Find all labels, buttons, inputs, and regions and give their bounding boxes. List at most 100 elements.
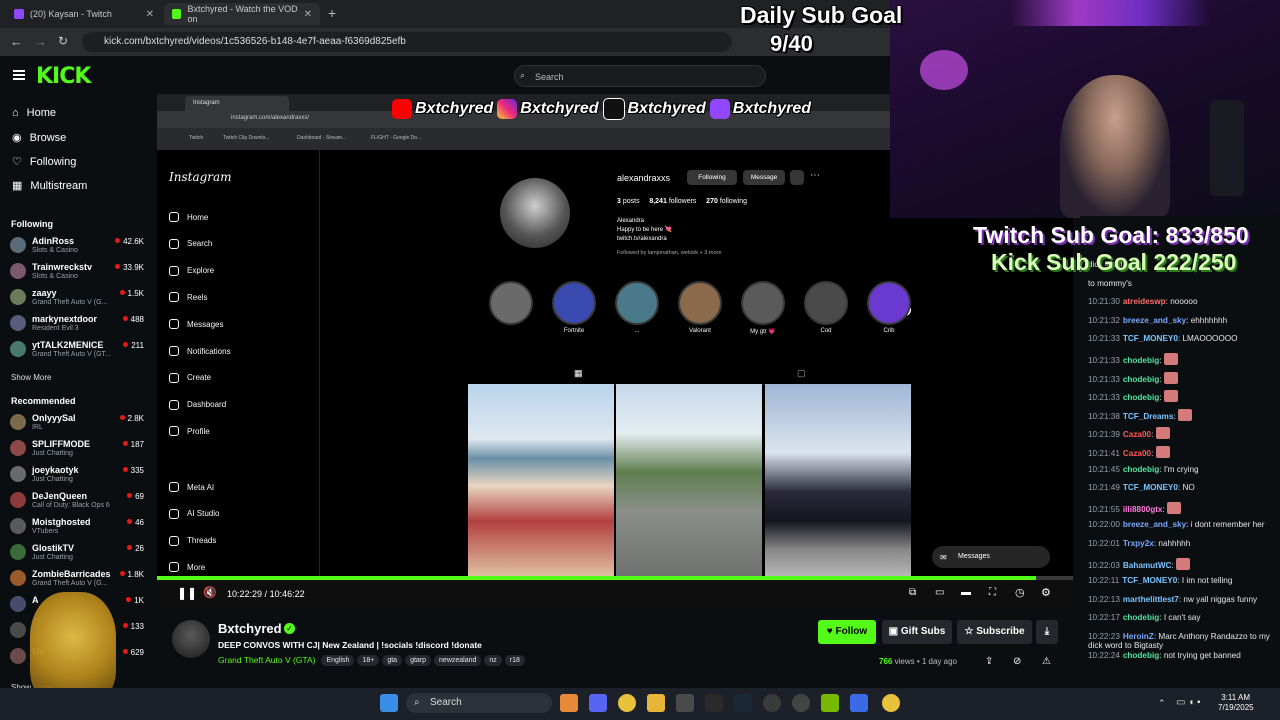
sidebar-channel[interactable]: zaayy Grand Theft Auto V (G... 1.5K	[10, 286, 144, 310]
story-highlight[interactable]	[678, 281, 722, 325]
folder-icon[interactable]	[647, 694, 665, 712]
show-more-following[interactable]: Show More	[11, 373, 51, 382]
ig-nav-ai-studio[interactable]: AI Studio	[169, 508, 219, 519]
instagram-post-street[interactable]	[616, 384, 762, 580]
channel-name[interactable]: Bxtchyred	[218, 621, 282, 636]
theater-icon[interactable]: ▬	[961, 587, 971, 598]
chat-username[interactable]: illi8800gtx	[1123, 505, 1163, 514]
chat-username[interactable]: chodebig	[1123, 393, 1159, 402]
chat-username[interactable]: chodebig	[1123, 613, 1159, 622]
close-icon[interactable]: ✕	[304, 9, 312, 20]
back-icon[interactable]: ←	[10, 34, 23, 49]
browser-tab-kick[interactable]: Bxtchyred - Watch the VOD on ✕	[164, 3, 320, 25]
pause-icon[interactable]: ❚❚	[177, 586, 197, 600]
chat-username[interactable]: TCF_MONEY0	[1122, 576, 1177, 585]
nav-home[interactable]: ⌂ Home	[12, 107, 56, 119]
nav-browse[interactable]: ◉ Browse	[12, 131, 66, 145]
chat-username[interactable]: HeroinZ	[1123, 632, 1154, 641]
stream-tag[interactable]: 18+	[357, 655, 380, 666]
chat-username[interactable]: marthelittlest7	[1123, 595, 1179, 604]
stream-tag[interactable]: gtarp	[405, 655, 432, 666]
chat-username[interactable]: chodebig	[1123, 465, 1159, 474]
nvidia-icon[interactable]	[821, 694, 839, 712]
sidebar-channel[interactable]: SPLIFFMODE Just Chatting 187	[10, 437, 144, 461]
tray-chevron-icon[interactable]: ⌃	[1158, 698, 1166, 709]
chat-username[interactable]: TCF_Dreams	[1123, 412, 1174, 421]
speed-icon[interactable]: ◷	[1015, 586, 1025, 599]
gear-icon[interactable]: ⚙	[1041, 586, 1051, 599]
new-tab-button[interactable]: +	[328, 5, 336, 21]
download-icon[interactable]: ⤓	[1036, 620, 1058, 644]
app-icon[interactable]	[850, 694, 868, 712]
mute-icon[interactable]: 🔇	[203, 586, 217, 599]
app-icon[interactable]	[763, 694, 781, 712]
subscribe-button[interactable]: ☆ Subscribe	[957, 620, 1032, 644]
chat-username[interactable]: chodebig	[1123, 651, 1159, 660]
menu-icon[interactable]	[13, 70, 25, 80]
sidebar-channel[interactable]: joeykaotyk Just Chatting 335	[10, 463, 144, 487]
pip-icon[interactable]: ▭	[935, 587, 944, 598]
ig-nav-threads[interactable]: Threads	[169, 535, 216, 546]
chat-username[interactable]: breeze_and_sky	[1123, 316, 1186, 325]
chat-username[interactable]: atreideswp	[1123, 297, 1166, 306]
bio-link[interactable]: twitch.tv/alexandra	[617, 235, 721, 244]
following-count[interactable]: 270	[706, 198, 718, 205]
ig-nav-search[interactable]: Search	[169, 238, 212, 249]
kick-search-input[interactable]: Search	[514, 65, 766, 87]
hide-icon[interactable]: ⊘	[1013, 656, 1021, 667]
store-icon[interactable]	[676, 694, 694, 712]
share-icon[interactable]: ⇪	[985, 656, 993, 667]
fullscreen-icon[interactable]: ⛶	[989, 587, 996, 598]
ig-nav-profile[interactable]: Profile	[169, 426, 210, 437]
chat-username[interactable]: chodebig	[1123, 356, 1159, 365]
ig-nav-home[interactable]: Home	[169, 212, 208, 222]
windows-start-icon[interactable]	[380, 694, 398, 712]
followers-count[interactable]: 8,241	[649, 198, 667, 205]
posts-grid-icon[interactable]: ▦	[574, 368, 583, 379]
stream-tag[interactable]: English	[321, 655, 355, 666]
ig-nav-reels[interactable]: Reels	[169, 292, 207, 303]
messages-pill[interactable]: Messages	[932, 546, 1050, 568]
app-icon[interactable]	[705, 694, 723, 712]
tray-icons[interactable]: ▭ ◖ ▪	[1176, 697, 1201, 708]
chrome-icon[interactable]	[882, 694, 900, 712]
discord-icon[interactable]	[589, 694, 607, 712]
add-user-icon[interactable]	[790, 170, 804, 185]
clock[interactable]: 3:11 AM 7/19/2025	[1218, 693, 1254, 713]
following-button[interactable]: Following	[687, 170, 737, 185]
chat-username[interactable]: Caza00	[1123, 449, 1151, 458]
chrome-icon[interactable]	[618, 694, 636, 712]
stream-category[interactable]: Grand Theft Auto V (GTA)	[218, 655, 315, 665]
story-highlight[interactable]	[804, 281, 848, 325]
story-highlight[interactable]	[741, 281, 785, 325]
close-icon[interactable]: ✕	[146, 9, 154, 20]
channel-avatar[interactable]	[172, 620, 210, 658]
forward-icon[interactable]: →	[34, 34, 47, 49]
chat-username[interactable]: BahamutWC	[1123, 561, 1172, 570]
ig-nav-more[interactable]: More	[169, 562, 205, 573]
ig-nav-messages[interactable]: Messages	[169, 319, 223, 330]
message-button[interactable]: Message	[743, 170, 785, 185]
address-bar[interactable]: kick.com/bxtchyred/videos/1c536526-b148-…	[82, 32, 732, 52]
ig-nav-notifications[interactable]: Notifications	[169, 346, 231, 356]
follow-button[interactable]: ♥ Follow	[818, 620, 876, 644]
sidebar-channel[interactable]: ZombieBarricades Grand Theft Auto V (G..…	[10, 567, 144, 591]
clip-icon[interactable]: ⧉	[909, 587, 916, 598]
taskbar-search[interactable]: Search	[406, 693, 552, 713]
obs-icon[interactable]	[792, 694, 810, 712]
gift-subs-button[interactable]: ▣ Gift Subs	[882, 620, 952, 644]
chat-username[interactable]: Trxpy2x	[1123, 539, 1154, 548]
sidebar-channel[interactable]: DeJenQueen Call of Duty: Black Ops 6 69	[10, 489, 144, 513]
chat-username[interactable]: chodebig	[1123, 375, 1159, 384]
sidebar-channel[interactable]: Moistghosted VTubers 46	[10, 515, 144, 539]
instagram-post-car[interactable]	[765, 384, 911, 580]
sidebar-channel[interactable]: OnlyyySal IRL 2.8K	[10, 411, 144, 435]
stream-tag[interactable]: gta	[382, 655, 403, 666]
chat-username[interactable]: breeze_and_sky	[1123, 520, 1186, 529]
reload-icon[interactable]: ↻	[58, 34, 68, 48]
ig-nav-dashboard[interactable]: Dashboard	[169, 399, 226, 410]
sidebar-channel[interactable]: AdinRoss Slots & Casino 42.6K	[10, 234, 144, 258]
steam-icon[interactable]	[734, 694, 752, 712]
browser-tab-twitch[interactable]: (20) Kaysan - Twitch ✕	[6, 3, 162, 25]
chat-username[interactable]: Caza00	[1123, 430, 1151, 439]
